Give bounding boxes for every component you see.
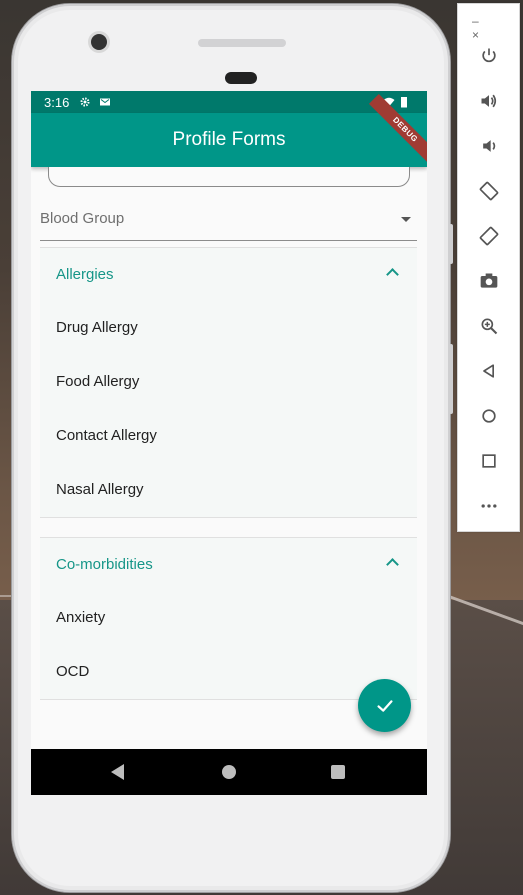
list-item[interactable]: Contact Allergy bbox=[40, 408, 417, 462]
device-screen: 3:16 Profile Forms DEBUG Blood Group All… bbox=[31, 91, 427, 795]
chevron-up-icon[interactable] bbox=[386, 268, 399, 281]
power-icon[interactable] bbox=[477, 44, 501, 68]
chevron-up-icon[interactable] bbox=[386, 558, 399, 571]
text-input-field[interactable] bbox=[48, 167, 410, 187]
rotate-right-icon[interactable] bbox=[477, 224, 501, 248]
overview-icon[interactable] bbox=[477, 449, 501, 473]
form-content[interactable]: Blood Group Allergies Drug Allergy Food … bbox=[31, 167, 427, 749]
submit-fab-button[interactable] bbox=[358, 679, 411, 732]
zoom-icon[interactable] bbox=[477, 314, 501, 338]
status-time: 3:16 bbox=[44, 94, 70, 110]
status-bar: 3:16 bbox=[31, 91, 427, 113]
check-icon bbox=[376, 699, 393, 712]
front-camera bbox=[91, 34, 107, 50]
camera-icon[interactable] bbox=[477, 269, 501, 293]
home-icon[interactable] bbox=[477, 404, 501, 428]
comorbidities-panel: Co-morbidities Anxiety OCD bbox=[40, 537, 417, 700]
side-button bbox=[449, 224, 453, 264]
list-item[interactable]: Nasal Allergy bbox=[40, 462, 417, 516]
list-item[interactable]: Anxiety bbox=[40, 590, 417, 644]
more-icon[interactable] bbox=[477, 494, 501, 518]
android-nav-bar bbox=[31, 749, 427, 795]
proximity-sensor bbox=[225, 72, 257, 84]
volume-down-icon[interactable] bbox=[477, 134, 501, 158]
app-bar: Profile Forms DEBUG bbox=[31, 93, 427, 167]
allergies-panel-header[interactable]: Allergies bbox=[40, 248, 417, 300]
list-item[interactable]: OCD bbox=[40, 644, 417, 698]
minimize-button[interactable]: – bbox=[472, 14, 479, 28]
earpiece-speaker bbox=[198, 39, 286, 47]
allergies-panel: Allergies Drug Allergy Food Allergy Cont… bbox=[40, 247, 417, 518]
blood-group-dropdown[interactable]: Blood Group bbox=[40, 203, 417, 241]
emulator-toolbar: –× bbox=[457, 3, 520, 532]
mail-icon bbox=[100, 98, 111, 106]
nav-recents-icon[interactable] bbox=[331, 765, 345, 779]
comorbidities-title: Co-morbidities bbox=[56, 555, 153, 573]
dropdown-arrow-icon bbox=[401, 217, 411, 222]
settings-icon bbox=[80, 97, 90, 107]
rotate-left-icon[interactable] bbox=[477, 179, 501, 203]
list-item[interactable]: Drug Allergy bbox=[40, 300, 417, 354]
back-icon[interactable] bbox=[477, 359, 501, 383]
list-item[interactable]: Food Allergy bbox=[40, 354, 417, 408]
blood-group-label: Blood Group bbox=[40, 210, 125, 227]
allergies-title: Allergies bbox=[56, 265, 114, 283]
page-title: Profile Forms bbox=[172, 129, 286, 150]
nav-back-icon[interactable] bbox=[111, 764, 124, 780]
comorbidities-panel-header[interactable]: Co-morbidities bbox=[40, 538, 417, 590]
nav-home-icon[interactable] bbox=[222, 765, 236, 779]
close-button[interactable]: × bbox=[472, 28, 479, 42]
emulator-window-controls: –× bbox=[472, 14, 519, 42]
volume-up-icon[interactable] bbox=[477, 89, 501, 113]
side-button bbox=[449, 344, 453, 414]
battery-icon bbox=[401, 97, 407, 108]
